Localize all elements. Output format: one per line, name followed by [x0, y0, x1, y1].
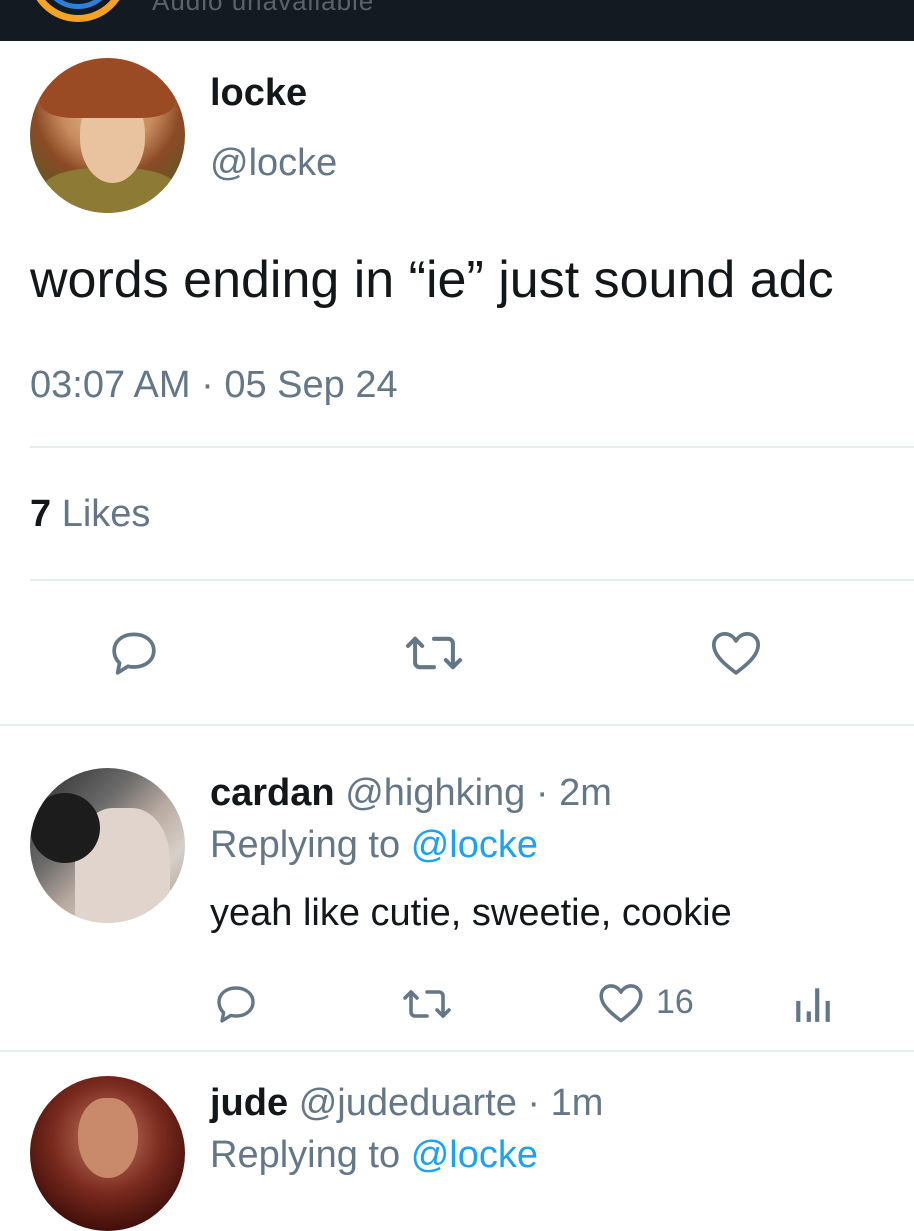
author-name[interactable]: locke — [210, 72, 307, 115]
reply-icon — [112, 632, 156, 675]
like-icon — [711, 632, 761, 675]
like-button[interactable] — [596, 978, 646, 1028]
author-handle[interactable]: @locke — [210, 142, 337, 185]
like-button[interactable] — [708, 625, 764, 681]
reply-avatar[interactable] — [30, 1076, 185, 1231]
replying-to-mention[interactable]: @locke — [411, 1134, 538, 1176]
replying-to: Replying to @locke — [210, 1134, 538, 1177]
top-bar: Audio unavailable — [0, 0, 914, 41]
divider — [0, 1050, 914, 1052]
replying-to-label: Replying to — [210, 1134, 401, 1176]
like-icon — [599, 984, 643, 1023]
reply-author-meta: @judeduarte · 1m — [298, 1082, 604, 1124]
reply-button[interactable] — [212, 980, 260, 1028]
analytics-button[interactable] — [792, 982, 834, 1024]
reply-text: yeah like cutie, sweetie, cookie — [210, 892, 732, 934]
reply-button[interactable] — [106, 625, 162, 681]
reply-like-count: 16 — [656, 983, 694, 1021]
author-avatar[interactable] — [30, 58, 185, 213]
retweet-button[interactable] — [400, 627, 468, 679]
likes-count: 7 — [30, 493, 52, 535]
divider — [30, 446, 914, 448]
tweet-timestamp: 03:07 AM · 05 Sep 24 — [30, 364, 398, 406]
replying-to: Replying to @locke — [210, 824, 538, 867]
reply-author[interactable]: cardan @highking · 2m — [210, 772, 612, 815]
divider — [0, 724, 914, 726]
likes-label: Likes — [61, 493, 151, 535]
top-bar-text: Audio unavailable — [152, 0, 375, 16]
retweet-icon — [403, 990, 451, 1018]
retweet-button[interactable] — [398, 982, 456, 1026]
replying-to-label: Replying to — [210, 824, 401, 866]
reply-author[interactable]: jude @judeduarte · 1m — [210, 1082, 603, 1125]
reply-author-meta: @highking · 2m — [345, 772, 612, 814]
reply-author-name: jude — [210, 1082, 289, 1124]
reply-avatar[interactable] — [30, 768, 185, 923]
replying-to-mention[interactable]: @locke — [411, 824, 538, 866]
retweet-icon — [405, 636, 463, 670]
reply-icon — [217, 986, 255, 1023]
analytics-icon — [796, 988, 830, 1022]
likes-summary[interactable]: 7 Likes — [30, 493, 150, 536]
tweet-text: words ending in “ie” just sound adc — [30, 251, 834, 309]
reply-author-name: cardan — [210, 772, 335, 814]
divider — [30, 579, 914, 581]
app-logo-icon — [28, 0, 128, 22]
